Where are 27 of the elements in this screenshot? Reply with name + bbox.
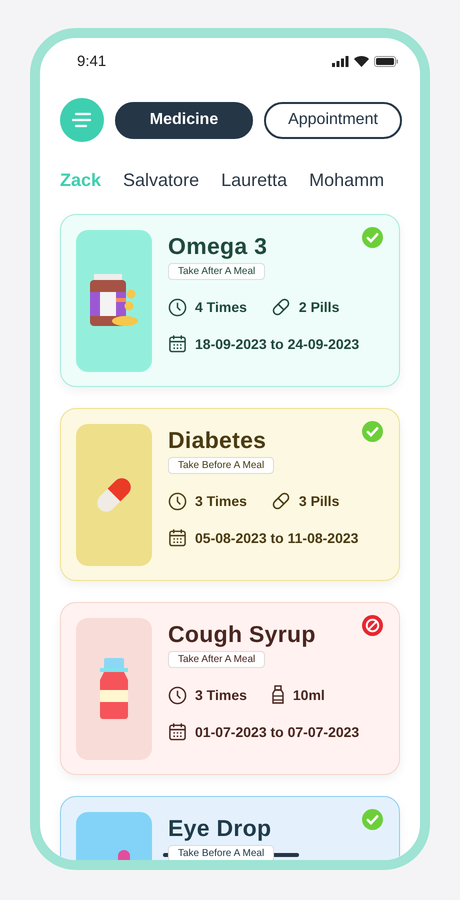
instruction-tag: Take After A Meal [168,263,266,280]
date-range: 01-07-2023 to 07-07-2023 [195,724,360,740]
instruction-tag: Take After A Meal [168,651,266,668]
dose-text: 3 Pills [298,493,340,509]
segment-tab[interactable]: Medicine [115,102,253,138]
medicine-card[interactable]: Diabetes Take Before A Meal 3 Times 3 Pills 05-08-2023 to 11-08-2023 [60,408,400,581]
medicine-name: Cough Syrup [168,621,316,648]
medicine-card[interactable]: Cough Syrup Take After A Meal 3 Times 10ml 01-07-2023 to 07-07-2023 [60,602,400,775]
medicine-name: Eye Drop [168,815,272,842]
medicine-card[interactable]: Eye Drop Take Before A Meal [60,796,400,860]
status-time: 9:41 [77,52,106,70]
segment-tab[interactable]: Appointment [264,102,402,138]
instruction-tag: Take Before A Meal [168,845,274,860]
person-tab[interactable]: Mohamm [309,170,384,191]
medicine-card[interactable]: Omega 3 Take After A Meal 4 Times 2 Pills 18-09-2023 to 24-09-2023 [60,214,400,387]
person-tab[interactable]: Salvatore [123,170,200,191]
dose-text: 10ml [292,687,325,703]
date-range: 18-09-2023 to 24-09-2023 [195,336,360,352]
medicine-name: Omega 3 [168,233,268,260]
instruction-tag: Take Before A Meal [168,457,274,474]
medicine-name: Diabetes [168,427,266,454]
frequency-text: 4 Times [195,299,247,315]
dose-text: 2 Pills [298,299,340,315]
frequency-text: 3 Times [195,687,247,703]
person-tab[interactable]: Lauretta [221,170,288,191]
date-range: 05-08-2023 to 11-08-2023 [195,530,358,546]
frequency-text: 3 Times [195,493,247,509]
